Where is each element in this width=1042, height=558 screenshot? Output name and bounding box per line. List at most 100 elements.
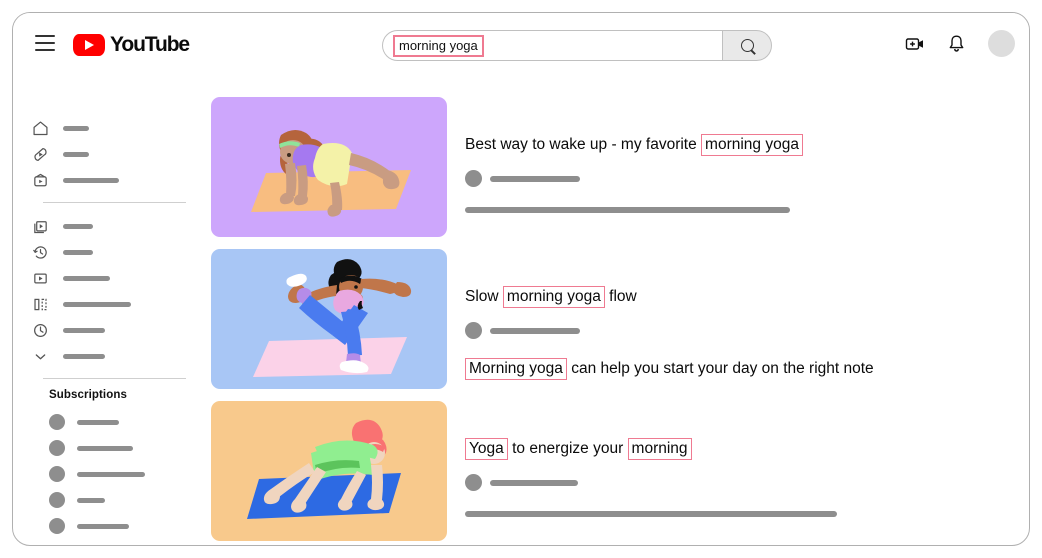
- playlists-icon: [31, 295, 49, 313]
- description-placeholder-bar: [465, 511, 837, 517]
- channel-avatar: [465, 170, 482, 187]
- description-placeholder-bar: [465, 207, 790, 213]
- youtube-logo[interactable]: YouTube: [73, 33, 190, 57]
- channel-avatar: [49, 492, 65, 508]
- subscription-channel-item[interactable]: [13, 435, 203, 461]
- channel-name-placeholder: [77, 471, 145, 477]
- show-more-chevron-icon: [31, 347, 49, 365]
- channel-name-placeholder: [490, 175, 580, 182]
- home-icon: [31, 119, 49, 137]
- sidebar-divider: [43, 202, 186, 203]
- shorts-icon: [31, 145, 49, 163]
- search-input-value: morning yoga: [393, 34, 484, 57]
- sidebar-item-history[interactable]: [13, 239, 203, 265]
- subscription-channel-item[interactable]: [13, 487, 203, 513]
- create-video-icon[interactable]: [905, 34, 925, 54]
- sidebar-item-label: [63, 223, 93, 229]
- result-description: [465, 207, 1029, 213]
- hamburger-line: [35, 49, 55, 51]
- description-text-plain: can help you start your day on the right…: [566, 360, 874, 377]
- search-result-item[interactable]: Slow morning yoga flow Morning yoga can …: [211, 249, 1029, 389]
- title-text-plain: flow: [604, 288, 637, 305]
- channel-avatar: [465, 474, 482, 491]
- top-header-bar: YouTube morning yoga: [13, 13, 1029, 75]
- sidebar-item-label: [63, 177, 119, 183]
- description-highlight: Morning yoga: [465, 358, 567, 380]
- sidebar-item-label: [63, 249, 93, 255]
- subscription-channel-item[interactable]: [13, 461, 203, 487]
- sidebar-item-playlists[interactable]: [13, 291, 203, 317]
- channel-avatar: [49, 414, 65, 430]
- sidebar-item-library[interactable]: [13, 213, 203, 239]
- title-highlight: Yoga: [465, 438, 508, 460]
- result-channel-row[interactable]: [465, 170, 1029, 187]
- standing-balance-pose-thumbnail[interactable]: [211, 249, 447, 389]
- search-result-item[interactable]: Yoga to energize your morning: [211, 401, 1029, 541]
- title-text-plain: Slow: [465, 288, 503, 305]
- subscriptions-icon: [31, 171, 49, 189]
- sidebar-navigation: Subscriptions: [13, 75, 203, 545]
- sidebar-item-shorts[interactable]: [13, 141, 203, 167]
- channel-name-placeholder: [77, 523, 129, 529]
- result-title[interactable]: Best way to wake up - my favorite mornin…: [465, 134, 1029, 156]
- title-text-plain: Best way to wake up - my favorite: [465, 136, 702, 153]
- subscriptions-section-title: Subscriptions: [49, 389, 127, 401]
- hamburger-line: [35, 42, 55, 44]
- search-submit-button[interactable]: [722, 30, 772, 61]
- search-input[interactable]: morning yoga: [382, 30, 722, 61]
- channel-name-placeholder: [490, 479, 578, 486]
- search-bar: morning yoga: [382, 30, 772, 61]
- browser-window: YouTube morning yoga Subscriptions Best …: [12, 12, 1030, 546]
- downward-dog-pose-thumbnail[interactable]: [211, 401, 447, 541]
- result-channel-row[interactable]: [465, 322, 1029, 339]
- channel-avatar: [49, 440, 65, 456]
- sidebar-item-label: [63, 275, 110, 281]
- sidebar-item-show-more[interactable]: [13, 343, 203, 369]
- channel-name-placeholder: [77, 445, 133, 451]
- subscriptions-list: [13, 409, 203, 539]
- sidebar-item-home[interactable]: [13, 115, 203, 141]
- youtube-play-icon: [73, 34, 105, 56]
- result-channel-row[interactable]: [465, 474, 1029, 491]
- channel-name-placeholder: [490, 327, 580, 334]
- search-result-item[interactable]: Best way to wake up - my favorite mornin…: [211, 97, 1029, 237]
- result-description: [465, 511, 1029, 517]
- sidebar-item-label: [63, 151, 89, 157]
- sidebar-primary-group: [13, 115, 203, 193]
- hamburger-line: [35, 35, 55, 37]
- your-videos-icon: [31, 269, 49, 287]
- result-description: Morning yoga can help you start your day…: [465, 358, 1029, 380]
- search-results-list: Best way to wake up - my favorite mornin…: [211, 75, 1029, 545]
- search-magnifier-icon: [740, 39, 754, 52]
- result-meta: Slow morning yoga flow Morning yoga can …: [465, 249, 1029, 389]
- sidebar-item-label: [63, 301, 131, 307]
- library-icon: [31, 217, 49, 235]
- hamburger-menu-icon[interactable]: [35, 35, 55, 51]
- title-highlight: morning yoga: [502, 286, 605, 308]
- history-icon: [31, 243, 49, 261]
- channel-avatar: [49, 466, 65, 482]
- notification-bell-icon[interactable]: [947, 34, 966, 54]
- plank-pose-thumbnail[interactable]: [211, 97, 447, 237]
- subscription-channel-item[interactable]: [13, 513, 203, 539]
- sidebar-item-watch-later[interactable]: [13, 317, 203, 343]
- watch-later-icon: [31, 321, 49, 339]
- sidebar-item-your-videos[interactable]: [13, 265, 203, 291]
- header-actions: [905, 30, 1015, 57]
- channel-avatar: [465, 322, 482, 339]
- result-meta: Yoga to energize your morning: [465, 401, 1029, 541]
- result-title[interactable]: Yoga to energize your morning: [465, 438, 1029, 460]
- youtube-logo-text: YouTube: [110, 33, 190, 56]
- channel-name-placeholder: [77, 497, 105, 503]
- title-highlight: morning yoga: [701, 134, 803, 156]
- user-avatar[interactable]: [988, 30, 1015, 57]
- result-title[interactable]: Slow morning yoga flow: [465, 286, 1029, 308]
- sidebar-item-label: [63, 327, 105, 333]
- sidebar-item-subscriptions[interactable]: [13, 167, 203, 193]
- subscription-channel-item[interactable]: [13, 409, 203, 435]
- sidebar-item-label: [63, 125, 89, 131]
- channel-avatar: [49, 518, 65, 534]
- title-text-plain: to energize your: [507, 440, 628, 457]
- sidebar-secondary-group: [13, 213, 203, 369]
- title-highlight: morning: [627, 438, 692, 460]
